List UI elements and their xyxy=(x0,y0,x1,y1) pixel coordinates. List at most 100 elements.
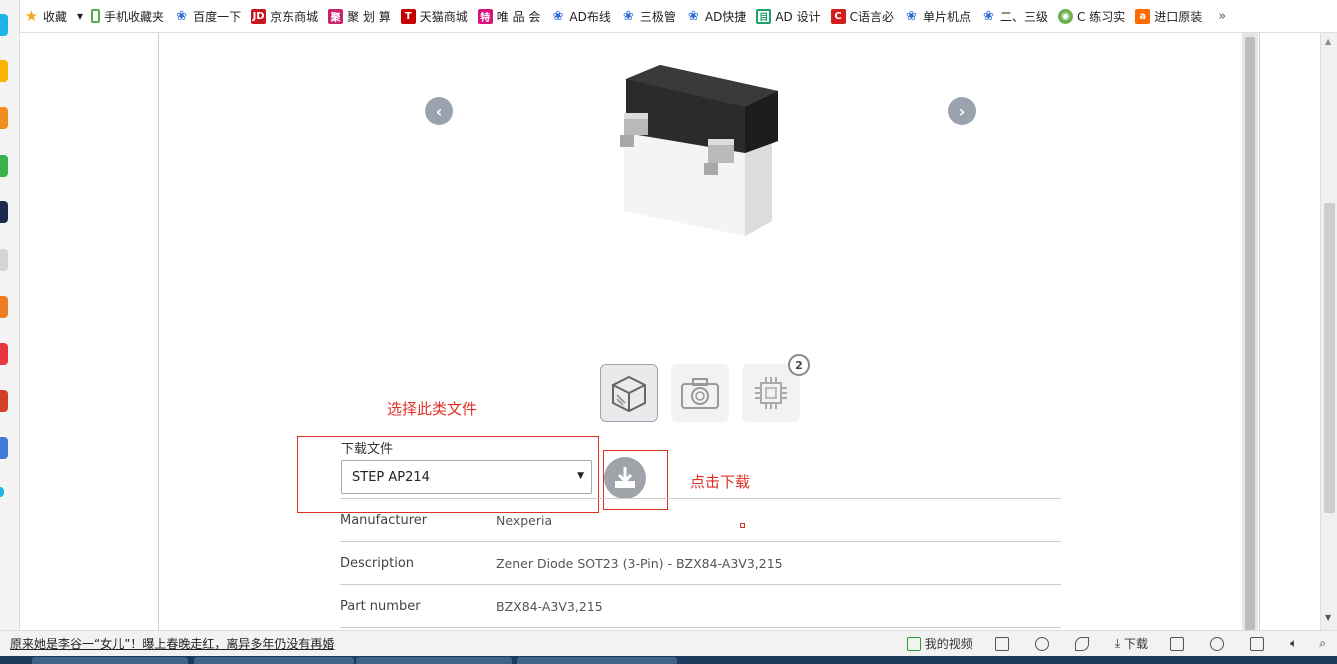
browser-button[interactable] xyxy=(1199,636,1239,651)
app-sidebar xyxy=(0,0,20,630)
detail-key: Description xyxy=(340,555,415,571)
chevron-right-icon: › xyxy=(958,101,966,121)
paw-icon: ❀ xyxy=(687,8,699,24)
download-manager-button[interactable]: ⤓ 下载 xyxy=(1104,635,1159,652)
phone-icon xyxy=(91,9,101,23)
table-row: Part number BZX84-A3V3,215 xyxy=(340,584,1061,627)
tmall-icon: T xyxy=(400,8,416,24)
app-icon[interactable] xyxy=(0,249,8,271)
annotation-select-note: 选择此类文件 xyxy=(387,400,478,418)
bookmark-item[interactable]: 目 AD 设计 xyxy=(752,5,826,27)
ali-icon: a xyxy=(1135,8,1151,24)
table-row: Description Zener Diode SOT23 (3-Pin) - … xyxy=(340,541,1061,584)
zoom-button[interactable]: ⌕ xyxy=(1308,636,1337,651)
carousel-next-button[interactable]: › xyxy=(948,97,976,125)
app-icon[interactable] xyxy=(0,14,8,36)
app-icon[interactable] xyxy=(0,60,8,82)
magnifier-icon: ⌕ xyxy=(1319,636,1326,650)
download-button[interactable] xyxy=(604,457,646,499)
dropdown-arrow-icon: ▼ xyxy=(577,471,584,481)
doc-icon: 目 xyxy=(756,8,772,24)
bookmarks-more-button[interactable]: » xyxy=(1212,9,1232,24)
bookmark-item[interactable]: C C语言必 xyxy=(827,5,900,27)
cube-icon xyxy=(612,375,646,413)
inner-scrollbar[interactable] xyxy=(1242,33,1258,630)
camera-icon xyxy=(681,378,719,409)
taskbar-item[interactable] xyxy=(194,657,354,664)
web-page: ‹ › 2 选择此类文件 点击下载 下载文件 STEP AP214 ▼ Manu… xyxy=(20,33,1320,630)
bookmark-item[interactable]: 手机收藏夹 xyxy=(87,5,170,27)
bookmark-item[interactable]: JD 京东商城 xyxy=(247,5,324,27)
bookmark-item[interactable]: ❀ 百度一下 xyxy=(170,5,247,27)
image-button[interactable] xyxy=(984,636,1024,651)
app-icon[interactable] xyxy=(0,487,4,497)
bookmark-item[interactable]: ❀ 单片机点 xyxy=(900,5,977,27)
bookmark-item[interactable]: ◉ C 练习实 xyxy=(1054,5,1131,27)
volume-button[interactable]: 🔈︎ xyxy=(1279,636,1308,651)
app-icon[interactable] xyxy=(0,343,8,365)
app-icon[interactable] xyxy=(0,155,8,177)
paw-icon: ❀ xyxy=(983,8,994,24)
thumb-3d-model[interactable] xyxy=(600,364,658,422)
detail-key: Manufacturer xyxy=(340,512,428,528)
bookmark-item[interactable]: a 进口原装 xyxy=(1131,5,1208,27)
bookmark-item[interactable]: 聚 聚 划 算 xyxy=(324,5,397,27)
app-icon[interactable] xyxy=(0,390,8,412)
bookmark-item[interactable]: ❀ 二、三级 xyxy=(977,5,1054,27)
play-icon xyxy=(906,636,921,651)
page-scrollbar[interactable]: ▲ ▼ xyxy=(1320,33,1337,630)
app-icon[interactable] xyxy=(0,107,8,129)
inner-scrollbar-thumb[interactable] xyxy=(1245,37,1255,630)
bookmark-item[interactable]: ❀ AD布线 xyxy=(546,5,616,27)
bookmarks-bar: ★ 收藏 ▾ 手机收藏夹 ❀ 百度一下 JD 京东商城 聚 聚 划 算 T 天猫… xyxy=(20,0,1337,33)
star-icon: ★ xyxy=(24,7,39,25)
browser-status-bar: 原来她是李谷一“女儿”！曝上春晚走红，离异多年仍没有再婚 我的视频 ⤓ 下载 🔈… xyxy=(0,630,1337,656)
c-icon: C xyxy=(830,8,846,24)
file-format-select[interactable]: STEP AP214 ▼ xyxy=(341,460,592,494)
rocket-button[interactable] xyxy=(1064,636,1104,651)
speed-button[interactable] xyxy=(1024,636,1064,651)
bookmark-item[interactable]: ❀ 三极管 xyxy=(617,5,682,27)
scroll-up-icon[interactable]: ▲ xyxy=(1325,37,1331,46)
chevron-left-icon: ‹ xyxy=(435,101,443,121)
scroll-down-icon[interactable]: ▼ xyxy=(1325,613,1331,622)
thumb-photo[interactable] xyxy=(671,364,729,422)
game-button[interactable] xyxy=(1159,636,1199,651)
rocket-icon xyxy=(1074,636,1089,651)
image-icon xyxy=(994,636,1009,651)
os-taskbar xyxy=(0,656,1337,664)
table-bottom-border xyxy=(340,627,1061,628)
gamepad-icon xyxy=(1170,636,1185,651)
detail-value: BZX84-A3V3,215 xyxy=(496,598,603,614)
browser-icon xyxy=(1210,636,1225,651)
juhuasuan-icon: 聚 xyxy=(328,8,344,24)
bookmark-favorites[interactable]: ★ 收藏 xyxy=(20,5,73,27)
app-icon[interactable] xyxy=(0,201,8,223)
taskbar-item[interactable] xyxy=(517,657,677,664)
bookmark-item[interactable]: 特 唯 品 会 xyxy=(474,5,547,27)
file-format-value: STEP AP214 xyxy=(352,470,430,485)
app-icon[interactable] xyxy=(0,296,8,318)
speaker-icon: 🔈︎ xyxy=(1290,636,1298,650)
detail-key: Part number xyxy=(340,598,421,614)
globe-icon: ◉ xyxy=(1058,8,1073,24)
window-button[interactable] xyxy=(1239,636,1279,651)
carousel-prev-button[interactable]: ‹ xyxy=(425,97,453,125)
download-arrow-icon: ⤓ xyxy=(1114,636,1121,650)
bookmark-dropdown[interactable]: ▾ xyxy=(73,5,87,27)
paw-icon: ❀ xyxy=(176,8,188,24)
news-ticker-link[interactable]: 原来她是李谷一“女儿”！曝上春晚走红，离异多年仍没有再婚 xyxy=(0,635,896,652)
gauge-icon xyxy=(1034,636,1049,651)
bookmark-item[interactable]: T 天猫商城 xyxy=(397,5,474,27)
my-video-button[interactable]: 我的视频 xyxy=(896,635,984,652)
taskbar-item[interactable] xyxy=(356,657,512,664)
bookmark-item[interactable]: ❀ AD快捷 xyxy=(682,5,752,27)
part-details-table: Manufacturer Nexperia Description Zener … xyxy=(340,498,1061,628)
detail-value: Nexperia xyxy=(496,512,553,528)
app-icon[interactable] xyxy=(0,437,8,459)
jd-icon: JD xyxy=(251,8,267,24)
paw-icon: ❀ xyxy=(552,8,564,24)
page-scrollbar-thumb[interactable] xyxy=(1324,203,1335,513)
taskbar-item[interactable] xyxy=(32,657,188,664)
annotation-download-note: 点击下载 xyxy=(690,473,751,491)
